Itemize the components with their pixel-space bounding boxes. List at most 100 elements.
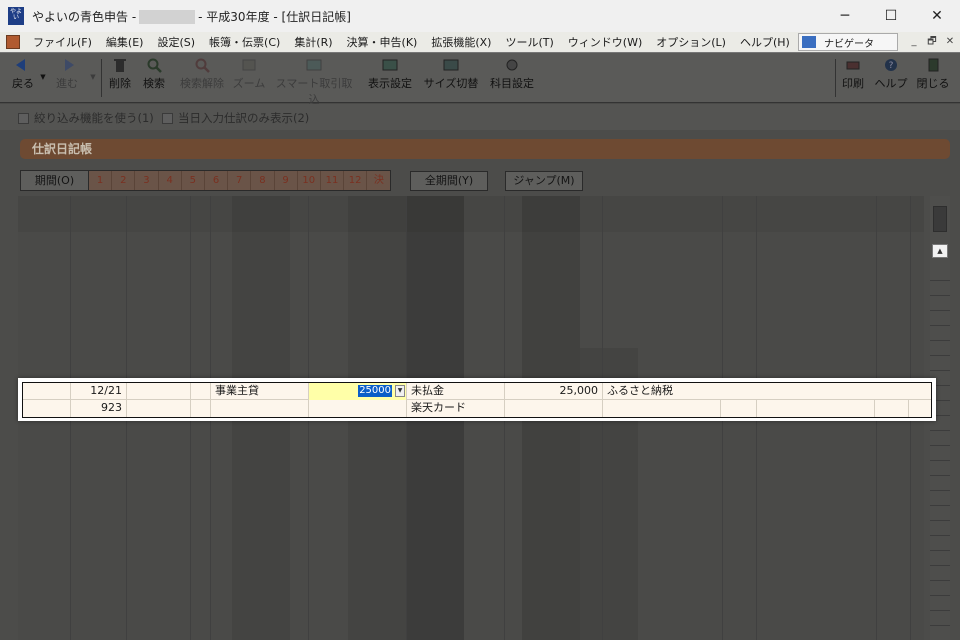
today-only-checkbox[interactable]: 当日入力仕訳のみ表示(2) bbox=[162, 110, 309, 126]
size-toggle-button[interactable]: サイズ切替 bbox=[422, 57, 480, 91]
toolbar-separator bbox=[835, 59, 836, 97]
menu-totals[interactable]: 集計(R) bbox=[287, 34, 339, 50]
entry-cell[interactable] bbox=[191, 400, 211, 417]
credit-amount-cell[interactable]: 25,000 bbox=[505, 383, 603, 400]
menu-settings[interactable]: 設定(S) bbox=[150, 34, 202, 50]
size-toggle-label: サイズ切替 bbox=[423, 77, 479, 90]
close-button[interactable]: ✕ bbox=[914, 0, 960, 32]
exit-door-icon bbox=[928, 58, 939, 72]
menu-edit[interactable]: 編集(E) bbox=[99, 34, 151, 50]
minimize-button[interactable]: ─ bbox=[822, 0, 868, 32]
back-label: 戻る bbox=[12, 77, 34, 90]
month-6[interactable]: 6 bbox=[204, 171, 229, 190]
month-9[interactable]: 9 bbox=[274, 171, 298, 190]
menu-window[interactable]: ウィンドウ(W) bbox=[561, 34, 649, 50]
entry-cell[interactable] bbox=[127, 383, 191, 400]
entry-cell[interactable] bbox=[23, 400, 71, 417]
debit-account-cell[interactable]: 事業主貸 bbox=[211, 383, 309, 400]
month-8[interactable]: 8 bbox=[251, 171, 275, 190]
credit-sub-account-cell[interactable]: 楽天カード bbox=[407, 400, 505, 417]
forward-button[interactable]: 進む bbox=[50, 57, 84, 91]
entry-flag-cell[interactable] bbox=[23, 383, 71, 400]
scroll-track[interactable] bbox=[930, 266, 950, 640]
month-1[interactable]: 1 bbox=[89, 171, 113, 190]
back-button[interactable]: 戻る bbox=[6, 57, 40, 91]
month-4[interactable]: 4 bbox=[158, 171, 182, 190]
mdi-restore-button[interactable]: 🗗 bbox=[924, 34, 940, 50]
app-window: やよい やよいの青色申告 - - 平成30年度 - [仕訳日記帳] ─ ☐ ✕ フ… bbox=[0, 0, 960, 640]
account-settings-icon bbox=[506, 59, 518, 71]
jump-button[interactable]: ジャンプ(M) bbox=[505, 171, 583, 191]
month-11[interactable]: 11 bbox=[320, 171, 345, 190]
entry-cell[interactable] bbox=[127, 400, 191, 417]
entry-cell[interactable] bbox=[757, 400, 875, 417]
help-label: ヘルプ bbox=[874, 77, 908, 90]
app-icon: やよい bbox=[8, 7, 24, 25]
debit-sub-account-cell[interactable] bbox=[211, 400, 309, 417]
date-cell[interactable]: 12/21 bbox=[71, 383, 127, 400]
month-10[interactable]: 10 bbox=[297, 171, 321, 190]
close-tool-button[interactable]: 閉じる bbox=[914, 57, 952, 91]
document-icon[interactable] bbox=[6, 35, 20, 49]
back-dropdown[interactable]: ▼ bbox=[38, 69, 48, 82]
month-3[interactable]: 3 bbox=[135, 171, 159, 190]
mdi-close-button[interactable]: ✕ bbox=[942, 34, 958, 50]
mdi-minimize-button[interactable]: _ bbox=[906, 34, 922, 50]
account-settings-button[interactable]: 科目設定 bbox=[486, 57, 538, 91]
title-prefix: やよいの青色申告 - bbox=[32, 9, 137, 24]
month-7[interactable]: 7 bbox=[228, 171, 252, 190]
menu-help[interactable]: ヘルプ(H) bbox=[733, 34, 797, 50]
month-12[interactable]: 12 bbox=[344, 171, 368, 190]
menu-closing[interactable]: 決算・申告(K) bbox=[340, 34, 425, 50]
filter-label: 絞り込み機能を使う(1) bbox=[34, 111, 154, 125]
debit-tax-cell[interactable] bbox=[309, 400, 407, 417]
number-cell[interactable]: 923 bbox=[71, 400, 127, 417]
debit-amount-input[interactable]: 25000 ▼ bbox=[309, 383, 407, 400]
journal-entry: 12/21 事業主貸 25000 ▼ 未払金 25,000 ふるさと納税 923 bbox=[22, 382, 932, 418]
journal-header: 仕訳日記帳 bbox=[20, 139, 950, 159]
calculator-dropdown-icon[interactable]: ▼ bbox=[395, 385, 405, 397]
forward-arrow-icon bbox=[65, 59, 74, 71]
help-button[interactable]: ? ヘルプ bbox=[872, 57, 910, 91]
navigator-button[interactable]: ナビゲータ bbox=[798, 33, 898, 51]
month-5[interactable]: 5 bbox=[181, 171, 205, 190]
entry-cell[interactable] bbox=[191, 383, 211, 400]
credit-tax-cell[interactable] bbox=[505, 400, 603, 417]
back-arrow-icon bbox=[16, 59, 25, 71]
memo-cell[interactable]: ふるさと納税 bbox=[603, 383, 931, 400]
menu-file[interactable]: ファイル(F) bbox=[26, 34, 99, 50]
display-settings-label: 表示設定 bbox=[368, 77, 412, 90]
maximize-button[interactable]: ☐ bbox=[868, 0, 914, 32]
smart-entry-button[interactable]: スマート取引取込 bbox=[272, 57, 356, 107]
month-closing[interactable]: 決 bbox=[367, 171, 391, 190]
forward-label: 進む bbox=[56, 77, 78, 90]
debit-amount-value[interactable]: 25000 bbox=[358, 385, 392, 397]
entry-cell[interactable] bbox=[875, 400, 909, 417]
search-clear-button[interactable]: 検索解除 bbox=[176, 57, 228, 91]
scroll-thumb[interactable] bbox=[933, 206, 947, 232]
close-tool-label: 閉じる bbox=[916, 77, 950, 90]
month-2[interactable]: 2 bbox=[112, 171, 136, 190]
delete-button[interactable]: 削除 bbox=[106, 57, 134, 91]
navigator-label: ナビゲータ bbox=[824, 38, 874, 50]
period-button[interactable]: 期間(O) bbox=[21, 171, 89, 190]
menu-tools[interactable]: ツール(T) bbox=[498, 34, 560, 50]
menu-options[interactable]: オプション(L) bbox=[649, 34, 733, 50]
display-settings-button[interactable]: 表示設定 bbox=[364, 57, 416, 91]
entry-cell[interactable] bbox=[721, 400, 757, 417]
window-controls: ─ ☐ ✕ bbox=[822, 0, 960, 32]
credit-account-cell[interactable]: 未払金 bbox=[407, 383, 505, 400]
delete-label: 削除 bbox=[109, 77, 131, 90]
search-button[interactable]: 検索 bbox=[140, 57, 168, 91]
scroll-up-button[interactable]: ▲ bbox=[932, 244, 948, 258]
forward-dropdown[interactable]: ▼ bbox=[88, 69, 98, 82]
filter-checkbox[interactable]: 絞り込み機能を使う(1) bbox=[18, 110, 154, 126]
print-button[interactable]: 印刷 bbox=[838, 57, 868, 91]
all-period-button[interactable]: 全期間(Y) bbox=[410, 171, 488, 191]
entry-cell[interactable] bbox=[603, 400, 721, 417]
zoom-button[interactable]: ズーム bbox=[232, 57, 266, 91]
entry-cell[interactable] bbox=[909, 400, 931, 417]
menu-extensions[interactable]: 拡張機能(X) bbox=[424, 34, 498, 50]
redacted-user-name bbox=[139, 10, 196, 24]
menu-books[interactable]: 帳簿・伝票(C) bbox=[202, 34, 287, 50]
